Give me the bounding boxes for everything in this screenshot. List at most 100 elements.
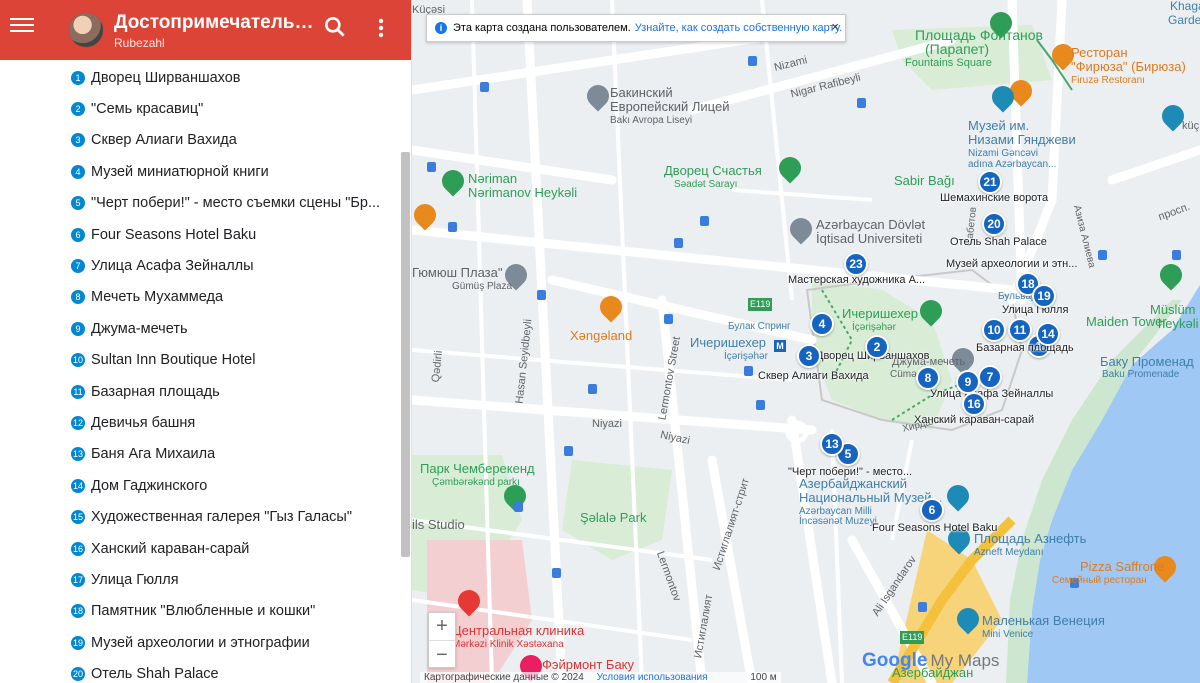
place-marker-label: Мастерская художника А...: [788, 274, 926, 286]
metro-icon[interactable]: M: [774, 340, 786, 352]
map-label: Cümə: [890, 369, 917, 380]
list-item[interactable]: 5 "Черт побери!" - место съемки сцены "Бр…: [0, 188, 398, 219]
panel-header: Достопримечательн... Rubezahl: [0, 0, 411, 60]
place-marker[interactable]: 7: [978, 365, 1002, 389]
zoom-out-button[interactable]: −: [429, 641, 455, 669]
zoom-in-button[interactable]: +: [429, 613, 455, 641]
place-marker[interactable]: 21: [978, 170, 1002, 194]
bus-stop-icon[interactable]: [564, 446, 573, 456]
search-icon[interactable]: [322, 14, 348, 40]
bus-stop-icon[interactable]: [514, 502, 523, 512]
list-item[interactable]: 12 Девичья башня: [0, 407, 398, 438]
place-marker[interactable]: 13: [820, 432, 844, 456]
place-name: Ханский караван-сарай: [91, 540, 250, 557]
map-label: Pizza Saffrone: [1080, 559, 1165, 574]
place-marker[interactable]: 10: [982, 318, 1006, 342]
bus-stop-icon[interactable]: [427, 162, 436, 172]
place-number-badge: 3: [71, 133, 85, 148]
place-marker[interactable]: 2: [865, 335, 889, 359]
place-number-badge: 7: [71, 259, 85, 274]
more-options-icon[interactable]: [372, 16, 390, 40]
list-item[interactable]: 9 Джума-мечеть: [0, 313, 398, 344]
place-marker-label: "Черт побери!" - место...: [788, 466, 913, 478]
place-marker[interactable]: 4: [810, 312, 834, 336]
place-marker[interactable]: 23: [844, 252, 868, 276]
map-label: Gardens: [1168, 13, 1200, 27]
place-number-badge: 12: [71, 415, 85, 430]
my-maps-viewer: Достопримечательн... Rubezahl 1 Дворец Ши…: [0, 0, 1200, 683]
place-marker[interactable]: 16: [962, 392, 986, 416]
list-item[interactable]: 1 Дворец Ширваншахов: [0, 62, 398, 93]
bus-stop-icon[interactable]: [552, 568, 561, 578]
place-marker-label: Базарная площадь: [976, 342, 1074, 354]
list-item[interactable]: 2 "Семь красавиц": [0, 93, 398, 124]
list-item[interactable]: 13 Баня Ага Михаила: [0, 439, 398, 470]
bus-stop-icon[interactable]: [756, 400, 765, 410]
menu-icon[interactable]: [10, 14, 34, 38]
list-item[interactable]: 6 Four Seasons Hotel Baku: [0, 219, 398, 250]
place-marker[interactable]: 14: [1036, 322, 1060, 346]
place-number-badge: 8: [71, 290, 85, 305]
place-marker-label: Ханский караван-сарай: [914, 414, 1035, 426]
map-title[interactable]: Достопримечательн...: [114, 12, 314, 34]
notice-text: Эта карта создана пользователем.: [453, 22, 631, 34]
list-item[interactable]: 20 Отель Shah Palace: [0, 658, 398, 683]
map-label: Европейский Лицей: [610, 99, 730, 114]
close-icon[interactable]: ×: [831, 19, 839, 34]
map-label: Парк Чемберекенд: [420, 461, 535, 476]
place-marker[interactable]: 19: [1032, 284, 1056, 308]
list-item[interactable]: 8 Мечеть Мухаммеда: [0, 282, 398, 313]
list-item[interactable]: 11 Базарная площадь: [0, 376, 398, 407]
place-marker[interactable]: 6: [920, 498, 944, 522]
bus-stop-icon[interactable]: [537, 290, 546, 300]
map-label: Низами Гянджеви: [968, 132, 1076, 147]
place-marker[interactable]: 9: [956, 370, 980, 394]
place-marker[interactable]: 11: [1008, 318, 1032, 342]
bus-stop-icon[interactable]: [1098, 250, 1107, 260]
bus-stop-icon[interactable]: [918, 602, 927, 612]
list-item[interactable]: 7 Улица Асафа Зейналлы: [0, 250, 398, 281]
place-marker[interactable]: 20: [982, 212, 1006, 236]
bus-stop-icon[interactable]: [588, 384, 597, 394]
list-item[interactable]: 3 Сквер Алиаги Вахида: [0, 125, 398, 156]
bus-stop-icon[interactable]: [674, 238, 683, 248]
bus-stop-icon[interactable]: [1172, 250, 1181, 260]
place-number-badge: 4: [71, 164, 85, 179]
bus-stop-icon[interactable]: [748, 56, 757, 66]
list-item[interactable]: 17 Улица Гюлля: [0, 564, 398, 595]
map-label: Гюмюш Плаза": [412, 265, 503, 280]
list-item[interactable]: 18 Памятник "Влюбленные и кошки": [0, 596, 398, 627]
scale-bar[interactable]: 100 м: [750, 672, 776, 683]
map-label: küç.: [1182, 120, 1200, 132]
list-item[interactable]: 10 Sultan Inn Boutique Hotel: [0, 345, 398, 376]
place-marker[interactable]: 8: [916, 366, 940, 390]
list-item[interactable]: 16 Ханский караван-сарай: [0, 533, 398, 564]
list-item[interactable]: 19 Музей археологии и этнографии: [0, 627, 398, 658]
notice-link[interactable]: Узнайте, как создать собственную карту.: [635, 22, 842, 34]
map-author[interactable]: Rubezahl: [114, 36, 165, 50]
place-number-badge: 6: [71, 227, 85, 242]
place-number-badge: 17: [71, 572, 85, 587]
bus-stop-icon[interactable]: [480, 82, 489, 92]
author-avatar[interactable]: [68, 12, 104, 48]
bus-stop-icon[interactable]: [664, 314, 673, 324]
legend-panel: Достопримечательн... Rubezahl 1 Дворец Ши…: [0, 0, 412, 683]
bus-stop-icon[interactable]: [700, 216, 709, 226]
place-number-badge: 19: [71, 635, 85, 650]
place-marker[interactable]: 3: [797, 344, 821, 368]
place-name: Мечеть Мухаммеда: [91, 289, 224, 306]
map-label: Nəriman: [468, 171, 518, 186]
info-icon: i: [435, 22, 447, 34]
bus-stop-icon[interactable]: [744, 366, 753, 376]
list-item[interactable]: 4 Музей миниатюрной книги: [0, 156, 398, 187]
list-item[interactable]: 15 Художественная галерея "Гыз Галасы": [0, 501, 398, 532]
bus-stop-icon[interactable]: [448, 222, 457, 232]
place-name: Девичья башня: [91, 414, 196, 431]
bus-stop-icon[interactable]: [857, 98, 866, 108]
list-item[interactable]: 14 Дом Гаджинского: [0, 470, 398, 501]
map-canvas[interactable]: Площадь Фонтанов (Парапет) Fountains Squ…: [412, 0, 1200, 683]
route-shield: E119: [900, 631, 925, 644]
place-number-badge: 1: [71, 70, 85, 85]
terms-link[interactable]: Условия использования: [597, 672, 708, 683]
panel-scrollbar[interactable]: [401, 152, 410, 557]
